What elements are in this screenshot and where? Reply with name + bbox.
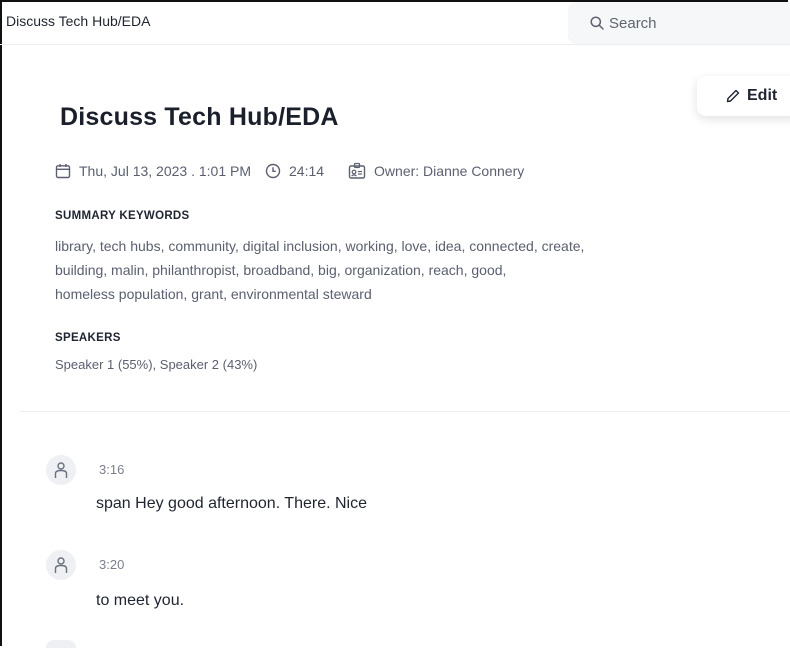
transcript-text: to meet you. (96, 592, 185, 609)
keywords-line: library, tech hubs, community, digital i… (55, 238, 585, 254)
avatar[interactable] (46, 455, 76, 485)
keywords-line: homeless population, grant, environmenta… (55, 286, 372, 302)
calendar-icon (55, 164, 71, 179)
meeting-date-text: Thu, Jul 13, 2023 . 1:01 PM (79, 163, 251, 179)
meeting-owner: Owner: Dianne Connery (348, 162, 524, 180)
clock-icon (265, 163, 281, 179)
summary-keywords: library, tech hubs, community, digital i… (55, 234, 755, 306)
speakers-list: Speaker 1 (55%), Speaker 2 (43%) (55, 357, 258, 372)
transcript-timestamp[interactable]: 3:16 (99, 462, 124, 477)
window-title: Discuss Tech Hub/EDA (6, 13, 151, 29)
speakers-label: SPEAKERS (55, 332, 121, 344)
edit-button[interactable]: Edit (697, 76, 790, 116)
top-bar: Discuss Tech Hub/EDA Search (0, 0, 790, 45)
user-icon (54, 462, 68, 478)
meeting-date: Thu, Jul 13, 2023 . 1:01 PM (55, 163, 251, 179)
avatar[interactable] (46, 550, 76, 580)
page-title: Discuss Tech Hub/EDA (60, 103, 339, 131)
transcript-text: span Hey good afternoon. There. Nice (96, 495, 367, 512)
id-badge-icon (348, 162, 366, 179)
meeting-duration: 24:14 (265, 163, 324, 179)
search-label: Search (609, 14, 657, 32)
keywords-line: building, malin, philanthropist, broadba… (55, 262, 507, 278)
summary-keywords-label: SUMMARY KEYWORDS (55, 210, 190, 222)
edit-label: Edit (747, 87, 778, 104)
meeting-owner-text: Owner: Dianne Connery (374, 163, 525, 179)
meeting-meta: Thu, Jul 13, 2023 . 1:01 PM 24:14 Owner:… (55, 162, 524, 180)
window-frame (0, 0, 788, 646)
search-input[interactable]: Search (568, 2, 790, 44)
user-icon (54, 557, 68, 573)
meeting-duration-text: 24:14 (289, 163, 325, 179)
avatar[interactable] (46, 640, 76, 648)
pencil-icon (726, 89, 740, 103)
transcript-timestamp[interactable]: 3:20 (99, 557, 124, 572)
search-icon (590, 16, 604, 30)
section-divider (20, 411, 790, 412)
